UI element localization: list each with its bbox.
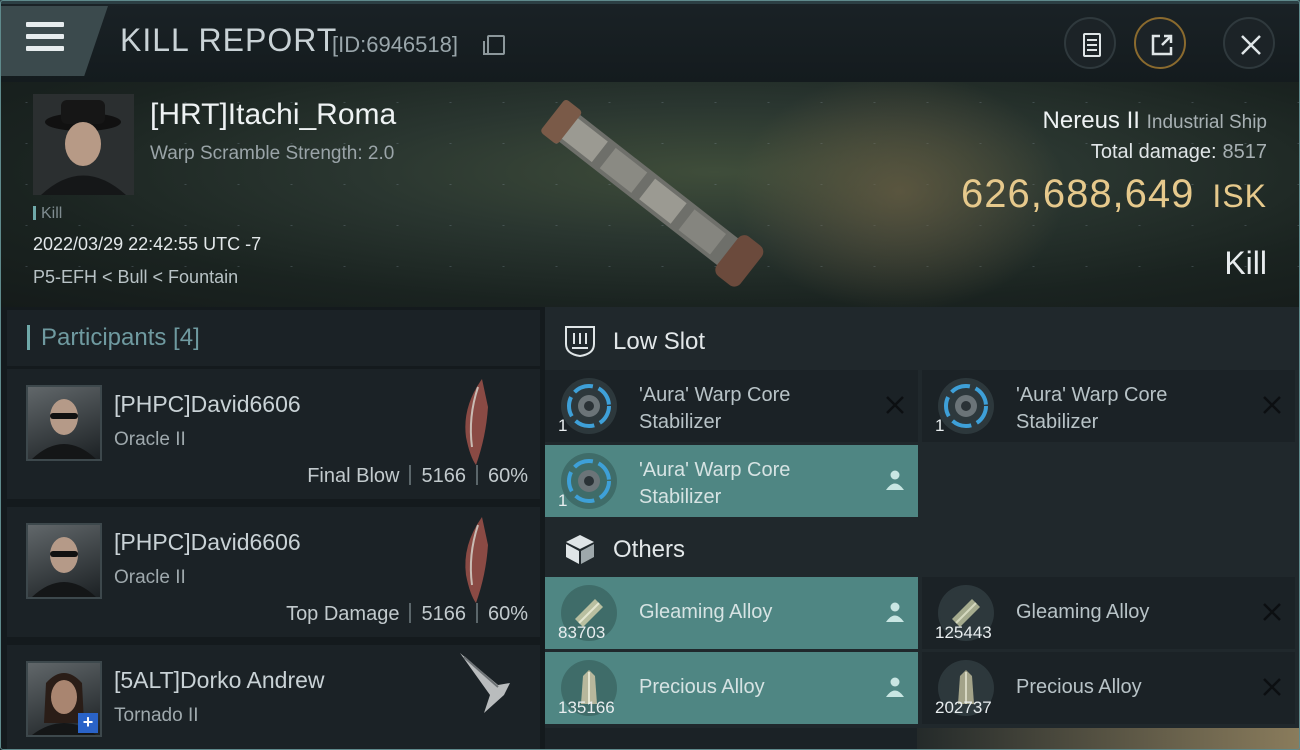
item-name: 'Aura' Warp Core Stabilizer bbox=[639, 384, 791, 433]
isk-amount: 626,688,649 bbox=[960, 172, 1195, 216]
isk-value: 626,688,649 ISK bbox=[961, 172, 1267, 217]
warp-core-stabilizer-icon bbox=[561, 378, 617, 434]
victim-portrait[interactable] bbox=[33, 94, 134, 195]
participant-card[interactable]: [PHPC]David6606 Oracle II Final Blow 5166… bbox=[7, 369, 540, 499]
participant-ship-image bbox=[465, 379, 488, 465]
victim-name[interactable]: [HRT]Itachi_Roma bbox=[150, 98, 396, 132]
person-icon bbox=[886, 602, 904, 622]
cargo-item[interactable]: 125443 Gleaming Alloy bbox=[922, 577, 1295, 649]
clipboard-button[interactable] bbox=[1064, 17, 1116, 69]
item-name: 'Aura' Warp Core Stabilizer bbox=[639, 459, 791, 508]
module-slot[interactable]: 1 'Aura' Warp Core Stabilizer bbox=[545, 445, 918, 517]
item-quantity: 135166 bbox=[558, 698, 615, 717]
x-mark-icon bbox=[1263, 396, 1281, 414]
participants-title: Participants [4] bbox=[41, 324, 200, 351]
participants-accent-bar bbox=[27, 325, 30, 350]
participants-header[interactable]: Participants [4] bbox=[7, 310, 540, 366]
x-mark-icon bbox=[886, 396, 904, 414]
low-slot-label: Low Slot bbox=[613, 328, 706, 355]
cargo-item[interactable]: 135166 Precious Alloy bbox=[545, 652, 918, 724]
top-bar-accent-line bbox=[0, 0, 1300, 4]
participant-stats: Final Blow 5166 60% bbox=[307, 465, 528, 488]
item-quantity: 202737 bbox=[935, 698, 992, 717]
participant-card[interactable]: + [5ALT]Dorko Andrew Tornado II bbox=[7, 645, 540, 750]
low-slot-icon bbox=[565, 326, 595, 358]
participant-name: [PHPC]David6606 bbox=[114, 529, 301, 555]
close-button[interactable] bbox=[1223, 17, 1275, 69]
item-name: Gleaming Alloy bbox=[639, 601, 773, 623]
item-quantity: 1 bbox=[558, 416, 568, 435]
clipboard-icon bbox=[1083, 33, 1101, 57]
victim-ship: Nereus II Industrial Ship bbox=[1043, 107, 1267, 135]
participant-portrait bbox=[26, 523, 102, 599]
participant-portrait: + bbox=[26, 661, 102, 737]
item-quantity: 125443 bbox=[935, 623, 992, 642]
module-slot[interactable]: 1 'Aura' Warp Core Stabilizer bbox=[922, 370, 1295, 442]
participant-percent: 60% bbox=[487, 465, 528, 487]
participant-ship-image bbox=[465, 517, 488, 603]
next-items-row-partial bbox=[545, 728, 1300, 750]
others-section-header: Others bbox=[545, 518, 1300, 582]
cargo-item[interactable]: 83703 Gleaming Alloy bbox=[545, 577, 918, 649]
x-mark-icon bbox=[1263, 603, 1281, 621]
close-icon bbox=[1241, 35, 1261, 55]
participant-damage: 5166 bbox=[421, 465, 466, 487]
kill-type-tag: Kill bbox=[33, 205, 62, 223]
item-name: Precious Alloy bbox=[639, 676, 765, 698]
low-slot-section-header: Low Slot bbox=[545, 310, 1300, 374]
participant-damage: 5166 bbox=[421, 603, 466, 625]
participant-name: [5ALT]Dorko Andrew bbox=[114, 667, 325, 693]
total-damage-label: Total damage: bbox=[1090, 141, 1217, 163]
victim-ship-name: Nereus II bbox=[1042, 107, 1140, 134]
participant-ship: Tornado II bbox=[114, 705, 199, 726]
participant-role: Final Blow bbox=[307, 465, 400, 487]
participant-role: Top Damage bbox=[286, 603, 400, 625]
participant-ship: Oracle II bbox=[114, 429, 186, 450]
victim-ship-class: Industrial Ship bbox=[1146, 112, 1267, 133]
participant-percent: 60% bbox=[487, 603, 528, 625]
page-title: KILL REPORT bbox=[120, 22, 338, 58]
warp-core-stabilizer-icon bbox=[561, 453, 617, 509]
participant-stats: Top Damage 5166 60% bbox=[286, 603, 528, 626]
item-quantity: 1 bbox=[935, 416, 945, 435]
kill-result: Kill bbox=[1224, 245, 1267, 281]
item-quantity: 83703 bbox=[558, 623, 606, 642]
participant-portrait bbox=[26, 385, 102, 461]
total-damage-value: 8517 bbox=[1222, 141, 1268, 163]
total-damage: Total damage: 8517 bbox=[1091, 141, 1267, 164]
box-icon bbox=[566, 535, 594, 564]
copy-icon[interactable] bbox=[483, 35, 505, 55]
item-name: Gleaming Alloy bbox=[1016, 601, 1150, 623]
warp-core-stabilizer-icon bbox=[938, 378, 994, 434]
share-icon bbox=[1151, 34, 1173, 56]
hamburger-menu-icon[interactable] bbox=[26, 22, 64, 54]
participant-card[interactable]: [PHPC]David6606 Oracle II Top Damage 5166… bbox=[7, 507, 540, 637]
participant-ship-image bbox=[460, 653, 510, 713]
item-name: Precious Alloy bbox=[1016, 676, 1142, 698]
item-quantity: 1 bbox=[558, 491, 568, 510]
others-label: Others bbox=[613, 536, 686, 563]
victim-ship-image bbox=[541, 100, 764, 287]
item-name: 'Aura' Warp Core Stabilizer bbox=[1016, 384, 1168, 433]
report-id: [ID:6946518] bbox=[332, 32, 458, 57]
person-icon bbox=[886, 470, 904, 490]
plus-badge-icon: + bbox=[78, 713, 98, 733]
isk-unit: ISK bbox=[1212, 178, 1267, 214]
cargo-item[interactable]: 202737 Precious Alloy bbox=[922, 652, 1295, 724]
module-slot[interactable]: 1 'Aura' Warp Core Stabilizer bbox=[545, 370, 918, 442]
next-item-partial bbox=[917, 728, 1300, 750]
kill-datetime: 2022/03/29 22:42:55 UTC -7 bbox=[33, 234, 262, 254]
participant-name: [PHPC]David6606 bbox=[114, 391, 301, 417]
kill-location[interactable]: P5-EFH < Bull < Fountain bbox=[33, 267, 238, 288]
warp-scramble-strength: Warp Scramble Strength: 2.0 bbox=[150, 143, 395, 164]
share-button[interactable] bbox=[1134, 17, 1186, 69]
person-icon bbox=[886, 677, 904, 697]
participant-ship: Oracle II bbox=[114, 567, 186, 588]
x-mark-icon bbox=[1263, 678, 1281, 696]
